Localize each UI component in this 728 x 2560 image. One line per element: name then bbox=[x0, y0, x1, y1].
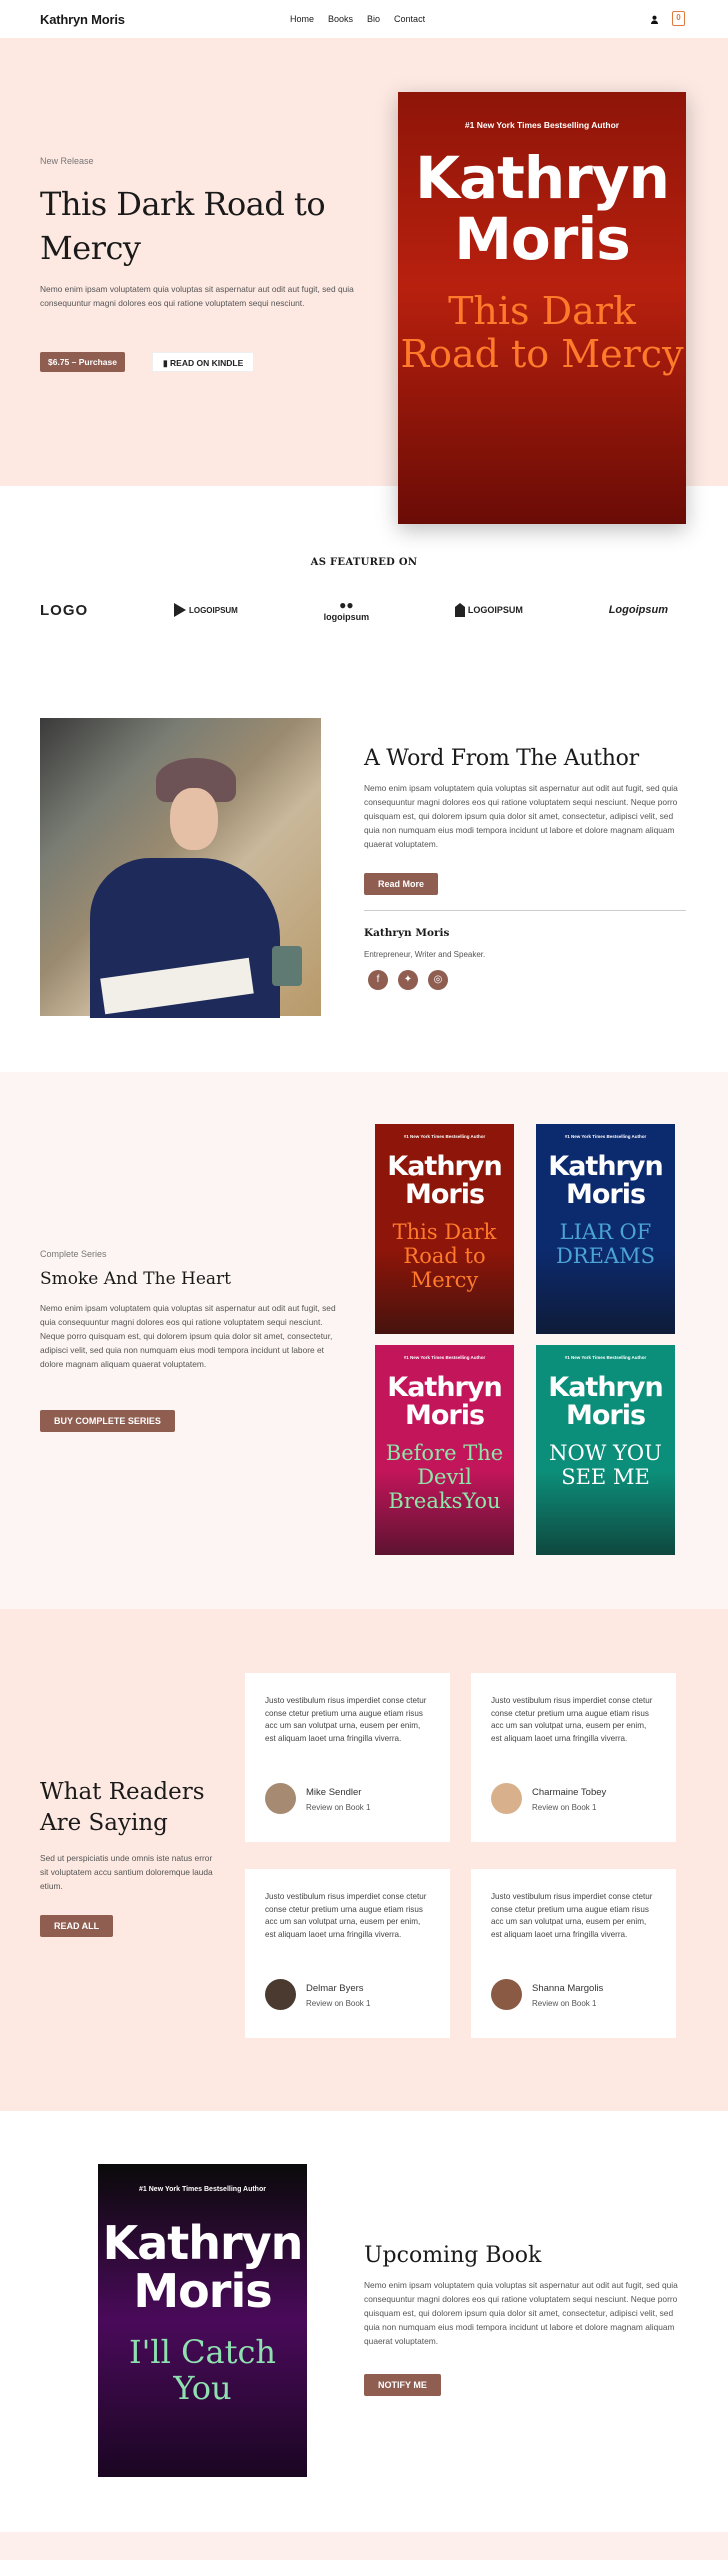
review-quote: Justo vestibulum risus imperdiet conse c… bbox=[491, 1696, 653, 1743]
book-title: This Dark Road to Mercy bbox=[392, 1219, 497, 1292]
book-tagline: #1 New York Times Bestselling Author bbox=[564, 1355, 647, 1360]
author-name: Kathryn Moris bbox=[364, 927, 450, 939]
hero-text: Nemo enim ipsam voluptatem quia voluptas… bbox=[40, 284, 354, 308]
review-card: Justo vestibulum risus imperdiet conse c… bbox=[471, 1869, 676, 2038]
brand-logo-3: ●● logoipsum bbox=[324, 598, 370, 622]
hero-subtitle: New Release bbox=[40, 156, 94, 166]
hero-title: This Dark Road to Mercy bbox=[40, 185, 326, 267]
author-section-text: Nemo enim ipsam voluptatem quia voluptas… bbox=[364, 783, 678, 849]
book-title: LIAR OF DREAMS bbox=[555, 1219, 656, 1268]
book-title: This Dark Road to Mercy bbox=[400, 288, 684, 377]
site-logo[interactable]: Kathryn Moris bbox=[40, 12, 125, 27]
book-author: Kathryn Moris bbox=[548, 1372, 663, 1432]
review-quote: Justo vestibulum risus imperdiet conse c… bbox=[265, 1696, 427, 1743]
review-quote: Justo vestibulum risus imperdiet conse c… bbox=[491, 1892, 653, 1939]
author-photo bbox=[40, 718, 321, 1018]
featured-title: AS FEATURED ON bbox=[310, 557, 418, 568]
book-tagline: #1 New York Times Bestselling Author bbox=[403, 1355, 486, 1360]
series-book-3[interactable]: #1 New York Times Bestselling Author Kat… bbox=[375, 1345, 514, 1555]
logo-2-label: LOGOIPSUM bbox=[188, 605, 238, 615]
logo-4-label: LOGOIPSUM bbox=[467, 605, 523, 615]
main-nav: Home Books Bio Contact bbox=[290, 14, 425, 24]
site-header: Kathryn Moris Home Books Bio Contact 0 bbox=[0, 0, 728, 38]
purchase-button[interactable]: $6.75 – Purchase bbox=[40, 352, 125, 372]
series-text: Nemo enim ipsam voluptatem quia voluptas… bbox=[40, 1303, 336, 1369]
series-book-4[interactable]: #1 New York Times Bestselling Author Kat… bbox=[536, 1345, 675, 1555]
featured-logos: LOGO LOGOIPSUM ●● logoipsum LOGOIPSUM Log… bbox=[40, 598, 668, 622]
logo-3-mark: ●● bbox=[339, 598, 354, 612]
author-section-title: A Word From The Author bbox=[364, 746, 639, 771]
book-author: Kathryn Moris bbox=[102, 2216, 304, 2319]
instagram-icon[interactable]: ◎ bbox=[428, 970, 448, 990]
reviewer-name: Shanna Margolis bbox=[532, 1983, 604, 1994]
reviewer-avatar bbox=[491, 1783, 522, 1814]
nav-bio[interactable]: Bio bbox=[367, 14, 380, 24]
book-tagline: #1 New York Times Bestselling Author bbox=[564, 1134, 647, 1139]
book-author: Kathryn Moris bbox=[387, 1372, 502, 1432]
buy-series-button[interactable]: BUY COMPLETE SERIES bbox=[40, 1410, 175, 1432]
logo-3-label: logoipsum bbox=[323, 612, 370, 622]
book-title: I'll Catch You bbox=[128, 2332, 277, 2408]
book-tagline: #1 New York Times Bestselling Author bbox=[139, 2186, 266, 2193]
book-title: NOW YOU SEE ME bbox=[549, 1440, 662, 1489]
reviewer-avatar bbox=[265, 1979, 296, 2010]
footer-band bbox=[0, 2532, 728, 2560]
reviewer-avatar bbox=[265, 1783, 296, 1814]
book-author: Kathryn Moris bbox=[548, 1151, 663, 1211]
author-role: Entrepreneur, Writer and Speaker. bbox=[364, 950, 486, 959]
user-icon[interactable] bbox=[650, 15, 659, 24]
hero-book-cover[interactable]: #1 New York Times Bestselling Author Kat… bbox=[398, 92, 686, 524]
series-subtitle: Complete Series bbox=[40, 1249, 107, 1259]
reviewer-avatar bbox=[491, 1979, 522, 2010]
review-book: Review on Book 1 bbox=[306, 1803, 371, 1812]
review-book: Review on Book 1 bbox=[532, 1999, 597, 2008]
reviewer-name: Mike Sendler bbox=[306, 1787, 362, 1798]
read-all-button[interactable]: READ ALL bbox=[40, 1915, 114, 1937]
cart-count: 0 bbox=[676, 13, 681, 22]
book-tagline: #1 New York Times Bestselling Author bbox=[464, 120, 620, 130]
read-on-kindle-button[interactable]: ▮ READ ON KINDLE bbox=[152, 352, 255, 372]
kindle-label: READ ON KINDLE bbox=[170, 358, 244, 368]
review-book: Review on Book 1 bbox=[532, 1803, 597, 1812]
photo-face bbox=[170, 788, 218, 850]
readers-text: Sed ut perspiciatis unde omnis iste natu… bbox=[40, 1853, 213, 1891]
series-book-1[interactable]: #1 New York Times Bestselling Author Kat… bbox=[375, 1124, 514, 1334]
kindle-icon: ▮ bbox=[163, 358, 171, 368]
logo-1-label: LOGO bbox=[40, 601, 89, 619]
series-book-2[interactable]: #1 New York Times Bestselling Author Kat… bbox=[536, 1124, 675, 1334]
series-title: Smoke And The Heart bbox=[40, 1269, 232, 1289]
review-book: Review on Book 1 bbox=[306, 1999, 371, 2008]
cart-icon[interactable]: 0 bbox=[672, 11, 685, 26]
upcoming-title: Upcoming Book bbox=[364, 2243, 542, 2268]
book-tagline: #1 New York Times Bestselling Author bbox=[403, 1134, 486, 1139]
review-quote: Justo vestibulum risus imperdiet conse c… bbox=[265, 1892, 427, 1939]
book-author: Kathryn Moris bbox=[415, 144, 670, 273]
brand-logo-1: LOGO bbox=[40, 602, 88, 619]
nav-books[interactable]: Books bbox=[328, 14, 353, 24]
facebook-icon[interactable]: f bbox=[368, 970, 388, 990]
readers-title: What Readers Are Saying bbox=[40, 1779, 205, 1836]
nav-contact[interactable]: Contact bbox=[394, 14, 425, 24]
reviewer-name: Delmar Byers bbox=[306, 1983, 364, 1994]
logo-4-mark bbox=[454, 603, 465, 617]
brand-logo-4: LOGOIPSUM bbox=[454, 603, 523, 617]
review-card: Justo vestibulum risus imperdiet conse c… bbox=[245, 1673, 450, 1842]
brand-logo-5: Logoipsum bbox=[609, 604, 668, 616]
review-card: Justo vestibulum risus imperdiet conse c… bbox=[471, 1673, 676, 1842]
read-more-button[interactable]: Read More bbox=[364, 873, 439, 895]
nav-home[interactable]: Home bbox=[290, 14, 314, 24]
reviewer-name: Charmaine Tobey bbox=[532, 1787, 607, 1798]
review-card: Justo vestibulum risus imperdiet conse c… bbox=[245, 1869, 450, 2038]
logo-2-mark bbox=[173, 603, 186, 617]
book-author: Kathryn Moris bbox=[387, 1151, 502, 1211]
photo-mug bbox=[272, 946, 302, 986]
brand-logo-2: LOGOIPSUM bbox=[173, 603, 238, 617]
divider bbox=[364, 910, 686, 911]
upcoming-book-cover[interactable]: #1 New York Times Bestselling Author Kat… bbox=[98, 2164, 307, 2477]
twitter-icon[interactable]: ✦ bbox=[398, 970, 418, 990]
notify-me-button[interactable]: NOTIFY ME bbox=[364, 2374, 441, 2396]
upcoming-text: Nemo enim ipsam voluptatem quia voluptas… bbox=[364, 2280, 678, 2346]
logo-5-label: Logoipsum bbox=[608, 604, 668, 616]
book-title: Before The Devil BreaksYou bbox=[385, 1440, 504, 1513]
